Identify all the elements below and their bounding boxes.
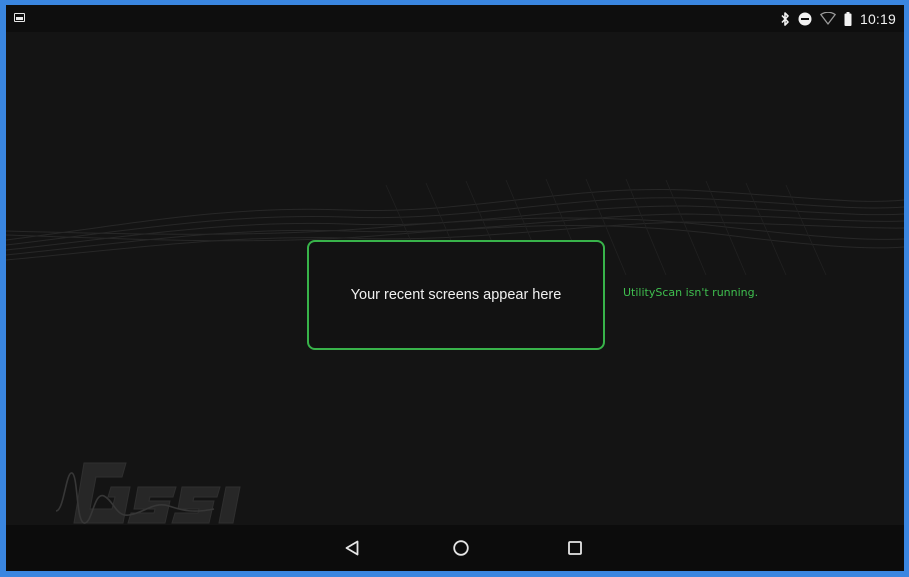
recent-screens-text: Your recent screens appear here xyxy=(350,287,562,303)
image-notification-icon xyxy=(14,13,25,22)
home-icon xyxy=(453,540,469,556)
status-bar: 10:19 xyxy=(6,5,904,32)
app-status-message: UtilityScan isn't running. xyxy=(623,286,759,299)
back-icon xyxy=(345,540,359,556)
battery-icon xyxy=(844,11,852,26)
recent-screens-placeholder: Your recent screens appear here xyxy=(307,240,605,350)
wifi-icon xyxy=(820,12,836,25)
gssi-logo xyxy=(55,462,241,524)
status-icons: 10:19 xyxy=(781,8,896,29)
recents-button[interactable] xyxy=(560,533,590,563)
do-not-disturb-icon xyxy=(798,12,812,26)
home-button[interactable] xyxy=(446,533,476,563)
navigation-bar xyxy=(6,525,904,571)
bluetooth-icon xyxy=(781,11,790,26)
back-button[interactable] xyxy=(337,533,367,563)
clock: 10:19 xyxy=(859,10,896,27)
android-screen: 10:19 Your recent screens appear here Ut… xyxy=(6,5,904,571)
recents-icon xyxy=(568,541,582,555)
